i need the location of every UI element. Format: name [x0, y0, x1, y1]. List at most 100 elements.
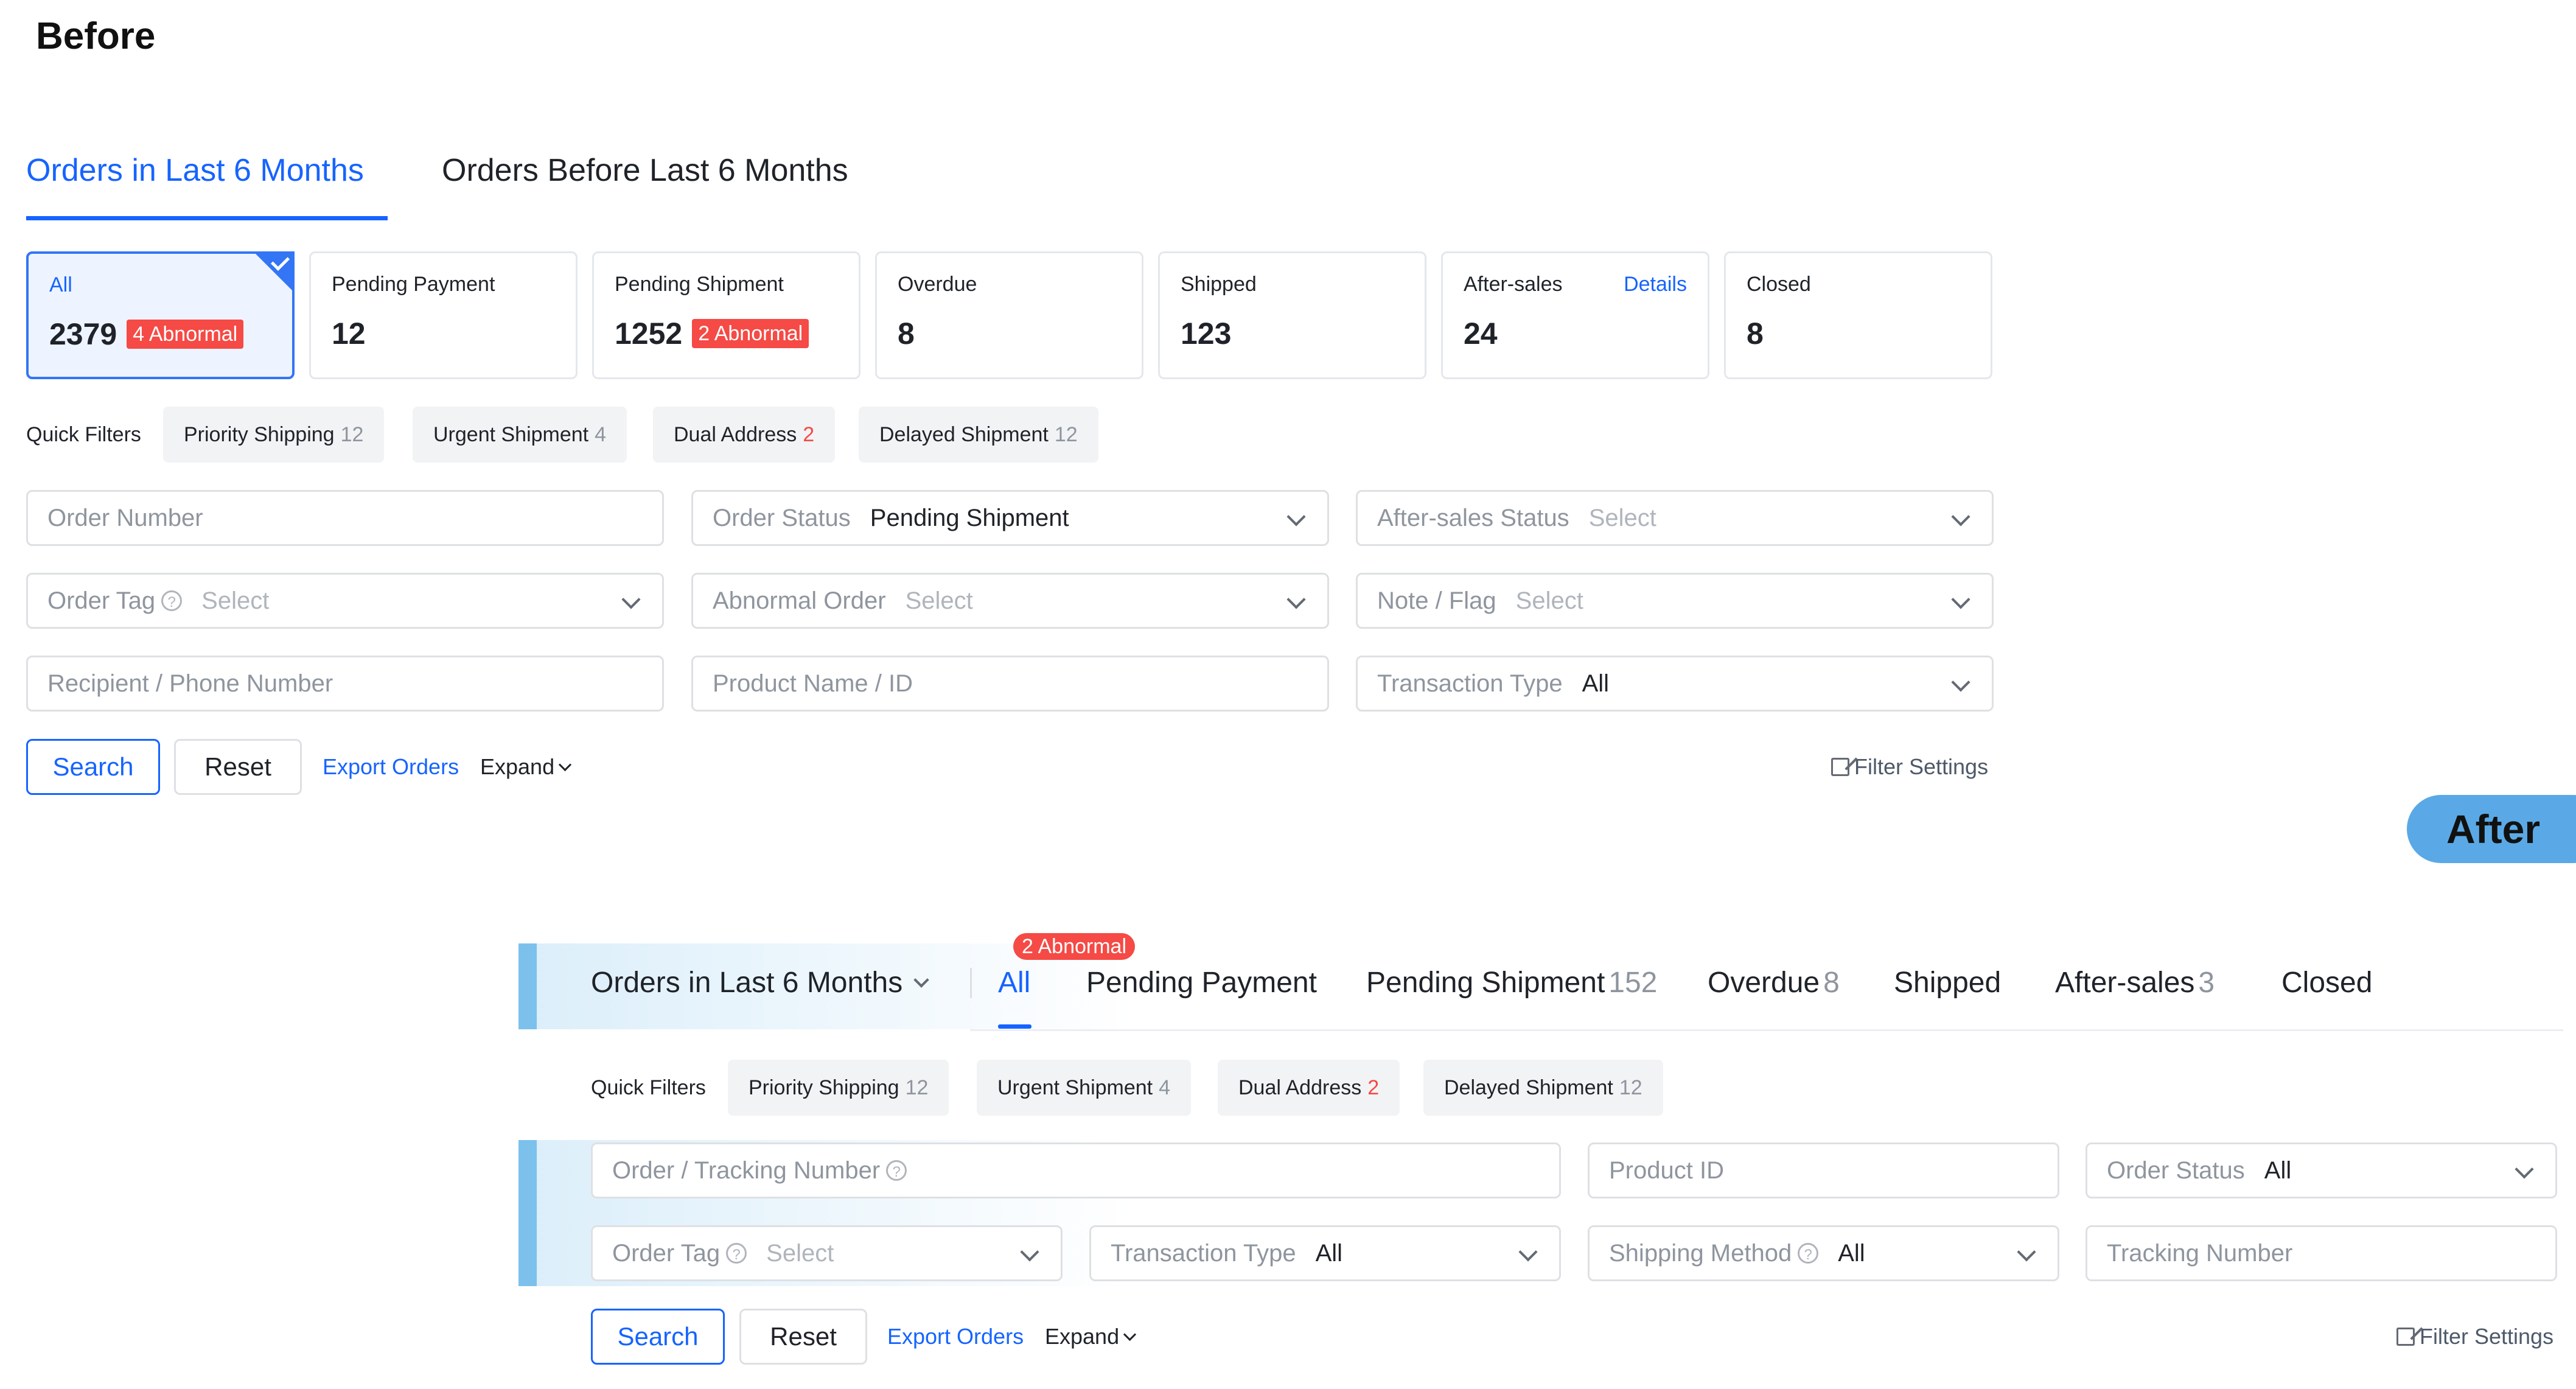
card-value: 123 [1181, 317, 1232, 351]
help-icon[interactable]: ? [726, 1243, 747, 1264]
chip-dual-address[interactable]: Dual Address 2 [1218, 1060, 1400, 1116]
status-card-closed[interactable]: Closed 8 [1724, 251, 1992, 379]
tracking-number-input[interactable]: Tracking Number [2086, 1225, 2557, 1281]
status-card-pending-shipment[interactable]: Pending Shipment 1252 2 Abnormal [592, 251, 860, 379]
field-placeholder: Select [1588, 505, 1656, 531]
tab-label: Shipped [1894, 967, 2002, 999]
chip-label: Delayed Shipment [879, 423, 1049, 446]
chevron-down-icon [559, 758, 572, 771]
chevron-down-icon [1286, 590, 1306, 609]
status-card-overdue[interactable]: Overdue 8 [875, 251, 1143, 379]
tab-overdue[interactable]: Overdue 8 [1708, 965, 1840, 1001]
tab-orders-last-6-months[interactable]: Orders in Last 6 Months [26, 151, 364, 190]
help-icon[interactable]: ? [886, 1160, 907, 1181]
chevron-down-icon [1123, 1328, 1137, 1341]
period-dropdown-label: Orders in Last 6 Months [591, 967, 903, 999]
quick-filters-label: Quick Filters [591, 1076, 706, 1099]
shipping-method-select[interactable]: Shipping Method ? All [1588, 1225, 2059, 1281]
tab-closed[interactable]: Closed [2281, 965, 2372, 1001]
recipient-phone-input[interactable]: Recipient / Phone Number [26, 656, 664, 712]
card-label: Closed [1747, 273, 1811, 296]
transaction-type-select[interactable]: Transaction Type All [1356, 656, 1994, 712]
chip-count: 12 [340, 423, 364, 446]
chip-urgent-shipment[interactable]: Urgent Shipment 4 [413, 407, 627, 463]
abnormal-order-select[interactable]: Abnormal Order Select [691, 573, 1329, 629]
chip-label: Priority Shipping [749, 1076, 899, 1099]
tab-label: Pending Shipment [1366, 967, 1605, 999]
expand-toggle[interactable]: Expand [1045, 1318, 1137, 1355]
order-status-select[interactable]: Order Status Pending Shipment [691, 490, 1329, 546]
card-value: 8 [898, 317, 915, 351]
tab-orders-before-last-6-months[interactable]: Orders Before Last 6 Months [442, 151, 848, 190]
chip-urgent-shipment[interactable]: Urgent Shipment 4 [977, 1060, 1192, 1116]
transaction-type-select[interactable]: Transaction Type All [1089, 1225, 1561, 1281]
details-link[interactable]: Details [1624, 271, 1687, 297]
active-tab-indicator [26, 216, 388, 220]
accent-bar [518, 1140, 537, 1286]
tab-label: All [998, 967, 1031, 999]
chip-priority-shipping[interactable]: Priority Shipping 12 [163, 407, 385, 463]
chip-dual-address[interactable]: Dual Address 2 [653, 407, 836, 463]
edit-icon [1831, 758, 1849, 776]
chip-delayed-shipment[interactable]: Delayed Shipment 12 [859, 407, 1098, 463]
chip-delayed-shipment[interactable]: Delayed Shipment 12 [1423, 1060, 1663, 1116]
help-icon[interactable]: ? [1798, 1243, 1819, 1264]
chip-count: 2 [803, 423, 815, 446]
tab-shipped[interactable]: Shipped [1894, 965, 2001, 1001]
order-tag-select[interactable]: Order Tag ? Select [26, 573, 664, 629]
tab-pending-shipment[interactable]: Pending Shipment 152 [1366, 965, 1657, 1001]
status-card-pending-payment[interactable]: Pending Payment 12 [309, 251, 578, 379]
field-placeholder: Recipient / Phone Number [47, 670, 333, 697]
filter-settings-link[interactable]: Filter Settings [1831, 749, 1988, 785]
reset-button[interactable]: Reset [739, 1309, 867, 1365]
field-label: Order Tag [47, 587, 156, 614]
card-value: 24 [1464, 317, 1498, 351]
card-value: 1252 [615, 317, 683, 351]
field-value: All [1582, 670, 1610, 697]
export-orders-link[interactable]: Export Orders [323, 749, 459, 785]
chip-label: Urgent Shipment [433, 423, 589, 446]
field-label: Transaction Type [1377, 670, 1563, 697]
expand-toggle[interactable]: Expand [480, 749, 572, 785]
after-heading: After [2407, 795, 2576, 863]
tab-bottom-line [970, 1029, 2563, 1031]
period-dropdown[interactable]: Orders in Last 6 Months [591, 965, 929, 1001]
tab-count: 152 [1608, 967, 1658, 999]
order-status-select[interactable]: Order Status All [2086, 1142, 2557, 1198]
edit-icon [2396, 1328, 2415, 1346]
field-placeholder: Product ID [1609, 1157, 1724, 1184]
product-id-input[interactable]: Product ID [1588, 1142, 2059, 1198]
tab-all[interactable]: All [998, 965, 1030, 1001]
field-placeholder: Select [905, 587, 973, 614]
before-heading: Before [36, 15, 156, 57]
card-label: Pending Payment [332, 273, 495, 296]
field-label: Transaction Type [1111, 1240, 1296, 1267]
chip-count: 12 [905, 1076, 929, 1099]
filter-settings-link[interactable]: Filter Settings [2396, 1318, 2553, 1355]
chip-priority-shipping[interactable]: Priority Shipping 12 [728, 1060, 949, 1116]
search-button[interactable]: Search [591, 1309, 725, 1365]
chip-count: 2 [1367, 1076, 1380, 1099]
status-card-all[interactable]: All 2379 4 Abnormal [26, 251, 295, 379]
order-number-input[interactable]: Order Number [26, 490, 664, 546]
reset-button[interactable]: Reset [174, 739, 302, 795]
field-label: After-sales Status [1377, 505, 1569, 531]
field-label: Order Tag [612, 1240, 721, 1267]
tab-pending-payment[interactable]: Pending Payment [1086, 965, 1317, 1001]
chevron-down-icon [1951, 673, 1970, 692]
tab-label: Closed [2281, 967, 2373, 999]
after-sales-status-select[interactable]: After-sales Status Select [1356, 490, 1994, 546]
status-card-shipped[interactable]: Shipped 123 [1158, 251, 1426, 379]
tab-after-sales[interactable]: After-sales 3 [2055, 965, 2215, 1001]
chip-label: Dual Address [1238, 1076, 1362, 1099]
help-icon[interactable]: ? [161, 590, 183, 611]
card-label: Pending Shipment [615, 273, 784, 296]
status-card-after-sales[interactable]: After-sales Details 24 [1441, 251, 1709, 379]
order-tag-select[interactable]: Order Tag ? Select [591, 1225, 1063, 1281]
product-name-id-input[interactable]: Product Name / ID [691, 656, 1329, 712]
search-button[interactable]: Search [26, 739, 160, 795]
export-orders-link[interactable]: Export Orders [887, 1318, 1024, 1355]
order-tracking-input[interactable]: Order / Tracking Number ? [591, 1142, 1561, 1198]
field-label: Abnormal Order [713, 587, 886, 614]
note-flag-select[interactable]: Note / Flag Select [1356, 573, 1994, 629]
